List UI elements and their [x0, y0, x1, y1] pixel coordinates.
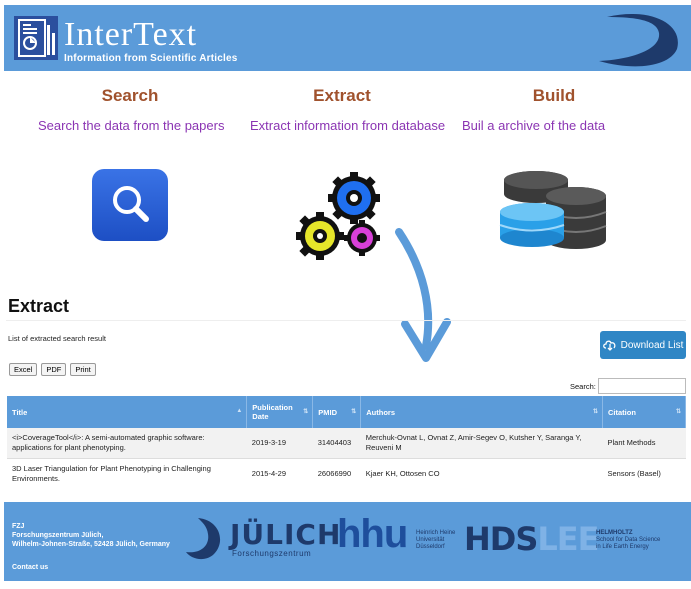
section-subtitle: List of extracted search result	[8, 334, 106, 343]
site-header: InterText Information from Scientific Ar…	[4, 5, 691, 71]
feature-title: Search	[101, 86, 159, 105]
footer-org: FZJ	[12, 523, 25, 530]
brand[interactable]: InterText Information from Scientific Ar…	[64, 16, 238, 65]
cell-pmid: 26066990	[312, 458, 361, 488]
cloud-download-icon	[602, 340, 616, 351]
search-input[interactable]	[598, 378, 686, 394]
feature-description: Buil a archive of the data	[462, 118, 606, 133]
cell-title: 3D Laser Triangulation for Plant Phenoty…	[7, 458, 247, 488]
footer-street: Wilhelm-Johnen-Straße, 52428 Jülich, Ger…	[12, 541, 170, 548]
sort-icon: ⇅	[303, 409, 309, 415]
cell-citation: Sensors (Basel)	[602, 458, 686, 488]
sort-icon: ⇅	[592, 409, 598, 415]
column-header-authors[interactable]: Authors ⇅	[360, 396, 603, 428]
download-list-label: Download List	[620, 339, 684, 351]
section-title: Extract	[8, 296, 70, 316]
footer-org-full: Forschungszentrum Jülich,	[12, 532, 104, 539]
feature-search: Search Search the data from the papers	[38, 86, 238, 135]
table-row[interactable]: <i>CoverageTool</i>: A semi-automated gr…	[7, 428, 686, 459]
hhu-subtitle: Heinrich Heine Universität Düsseldorf	[416, 530, 456, 550]
cell-date: 2019-3-19	[246, 428, 313, 459]
sort-icon: ▲	[236, 408, 243, 414]
feature-description: Extract information from database	[250, 118, 446, 133]
cell-title: <i>CoverageTool</i>: A semi-automated gr…	[7, 428, 247, 459]
column-header-title[interactable]: Title ▲	[7, 396, 248, 428]
juelich-logo-icon	[186, 518, 221, 560]
sort-icon: ⇅	[675, 409, 681, 415]
gears-icon[interactable]	[296, 168, 386, 266]
cell-authors: Kjaer KH, Ottosen CO	[360, 458, 603, 488]
arrow-down-icon	[395, 228, 451, 362]
cell-citation: Plant Methods	[602, 428, 686, 459]
magnifier-icon[interactable]	[91, 168, 169, 242]
swoosh-logo-icon	[599, 13, 678, 67]
export-buttons: Excel PDF Print	[9, 363, 96, 376]
hdslee-wordmark: HDSLEE	[464, 520, 600, 558]
brand-title: InterText	[64, 16, 198, 53]
hhu-wordmark: hhu	[337, 512, 408, 556]
feature-build: Build Buil a archive of the data	[462, 86, 662, 135]
column-header-pmid[interactable]: PMID ⇅	[312, 396, 362, 428]
results-table: Title ▲ Publication Date ⇅ PMID ⇅ Authors ⇅ …	[7, 396, 686, 488]
sort-icon: ⇅	[351, 409, 357, 415]
divider	[6, 320, 686, 321]
pdf-button[interactable]: PDF	[41, 363, 67, 376]
excel-button[interactable]: Excel	[9, 363, 38, 376]
helmholtz-subtitle: HELMHOLTZ School for Data Science in Lif…	[596, 530, 661, 550]
contact-link[interactable]: Contact us	[12, 564, 48, 571]
feature-title: Extract	[313, 86, 371, 105]
column-header-date[interactable]: Publication Date ⇅	[246, 396, 314, 428]
results-table-viewport[interactable]: Title ▲ Publication Date ⇅ PMID ⇅ Authors ⇅ …	[0, 396, 691, 488]
cell-date: 2015-4-29	[246, 458, 313, 488]
table-row[interactable]: 3D Laser Triangulation for Plant Phenoty…	[7, 458, 686, 488]
feature-title: Build	[532, 86, 576, 105]
download-list-button[interactable]: Download List	[600, 331, 686, 359]
cell-authors: Merchuk-Ovnat L, Ovnat Z, Amir-Segev O, …	[360, 428, 603, 459]
print-button[interactable]: Print	[70, 363, 96, 376]
table-header-row: Title ▲ Publication Date ⇅ PMID ⇅ Authors ⇅ …	[7, 396, 686, 428]
feature-description: Search the data from the papers	[38, 118, 225, 133]
footer-address: FZJ Forschungszentrum Jülich, Wilhelm-Jo…	[12, 522, 170, 549]
site-footer: FZJ Forschungszentrum Jülich, Wilhelm-Jo…	[4, 502, 691, 581]
document-chart-icon	[14, 16, 58, 60]
search-label: Search:	[570, 382, 596, 391]
feature-extract: Extract Extract information from databas…	[250, 86, 450, 135]
juelich-wordmark: JÜLICH	[230, 518, 342, 551]
brand-subtitle: Information from Scientific Articles	[64, 53, 238, 64]
juelich-subtitle: Forschungszentrum	[232, 549, 312, 558]
cell-pmid: 31404403	[312, 428, 361, 459]
column-header-citation[interactable]: Citation ⇅	[602, 396, 686, 428]
database-icon[interactable]	[498, 170, 608, 252]
